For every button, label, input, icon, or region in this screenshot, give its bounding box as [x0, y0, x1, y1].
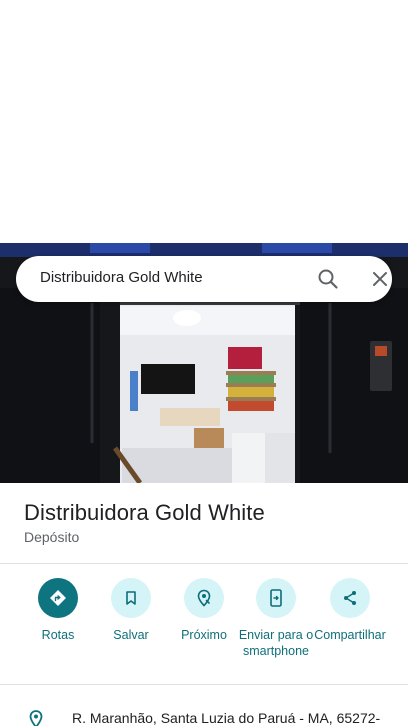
- send-to-phone-label: Enviar para o smartphone: [238, 628, 314, 658]
- save-label: Salvar: [113, 628, 149, 642]
- address-text: R. Maranhão, Santa Luzia do Paruá - MA, …: [72, 710, 381, 726]
- divider: [0, 684, 408, 685]
- location-pin-icon: [26, 709, 46, 726]
- share-button[interactable]: Compartilhar: [310, 578, 390, 643]
- directions-icon[interactable]: [38, 578, 78, 618]
- directions-button[interactable]: Rotas: [18, 578, 98, 643]
- divider: [0, 563, 408, 564]
- place-category: Depósito: [24, 529, 80, 545]
- save-button[interactable]: Salvar: [91, 578, 171, 643]
- close-icon[interactable]: [368, 267, 392, 291]
- address-row[interactable]: R. Maranhão, Santa Luzia do Paruá - MA, …: [0, 705, 408, 726]
- place-details-sheet: Distribuidora Gold White Depósito Rotas …: [0, 483, 408, 726]
- bookmark-icon[interactable]: [111, 578, 151, 618]
- nearby-icon[interactable]: [184, 578, 224, 618]
- directions-label: Rotas: [41, 628, 75, 642]
- send-to-phone-icon[interactable]: [256, 578, 296, 618]
- search-query[interactable]: Distribuidora Gold White: [40, 269, 203, 286]
- share-label: Compartilhar: [314, 628, 386, 642]
- search-icon[interactable]: [316, 267, 340, 291]
- search-bar[interactable]: Distribuidora Gold White: [16, 256, 392, 302]
- place-title: Distribuidora Gold White: [24, 500, 265, 525]
- share-icon[interactable]: [330, 578, 370, 618]
- blank-map-area: [0, 0, 408, 243]
- send-to-phone-button[interactable]: Enviar para o smartphone: [230, 578, 322, 659]
